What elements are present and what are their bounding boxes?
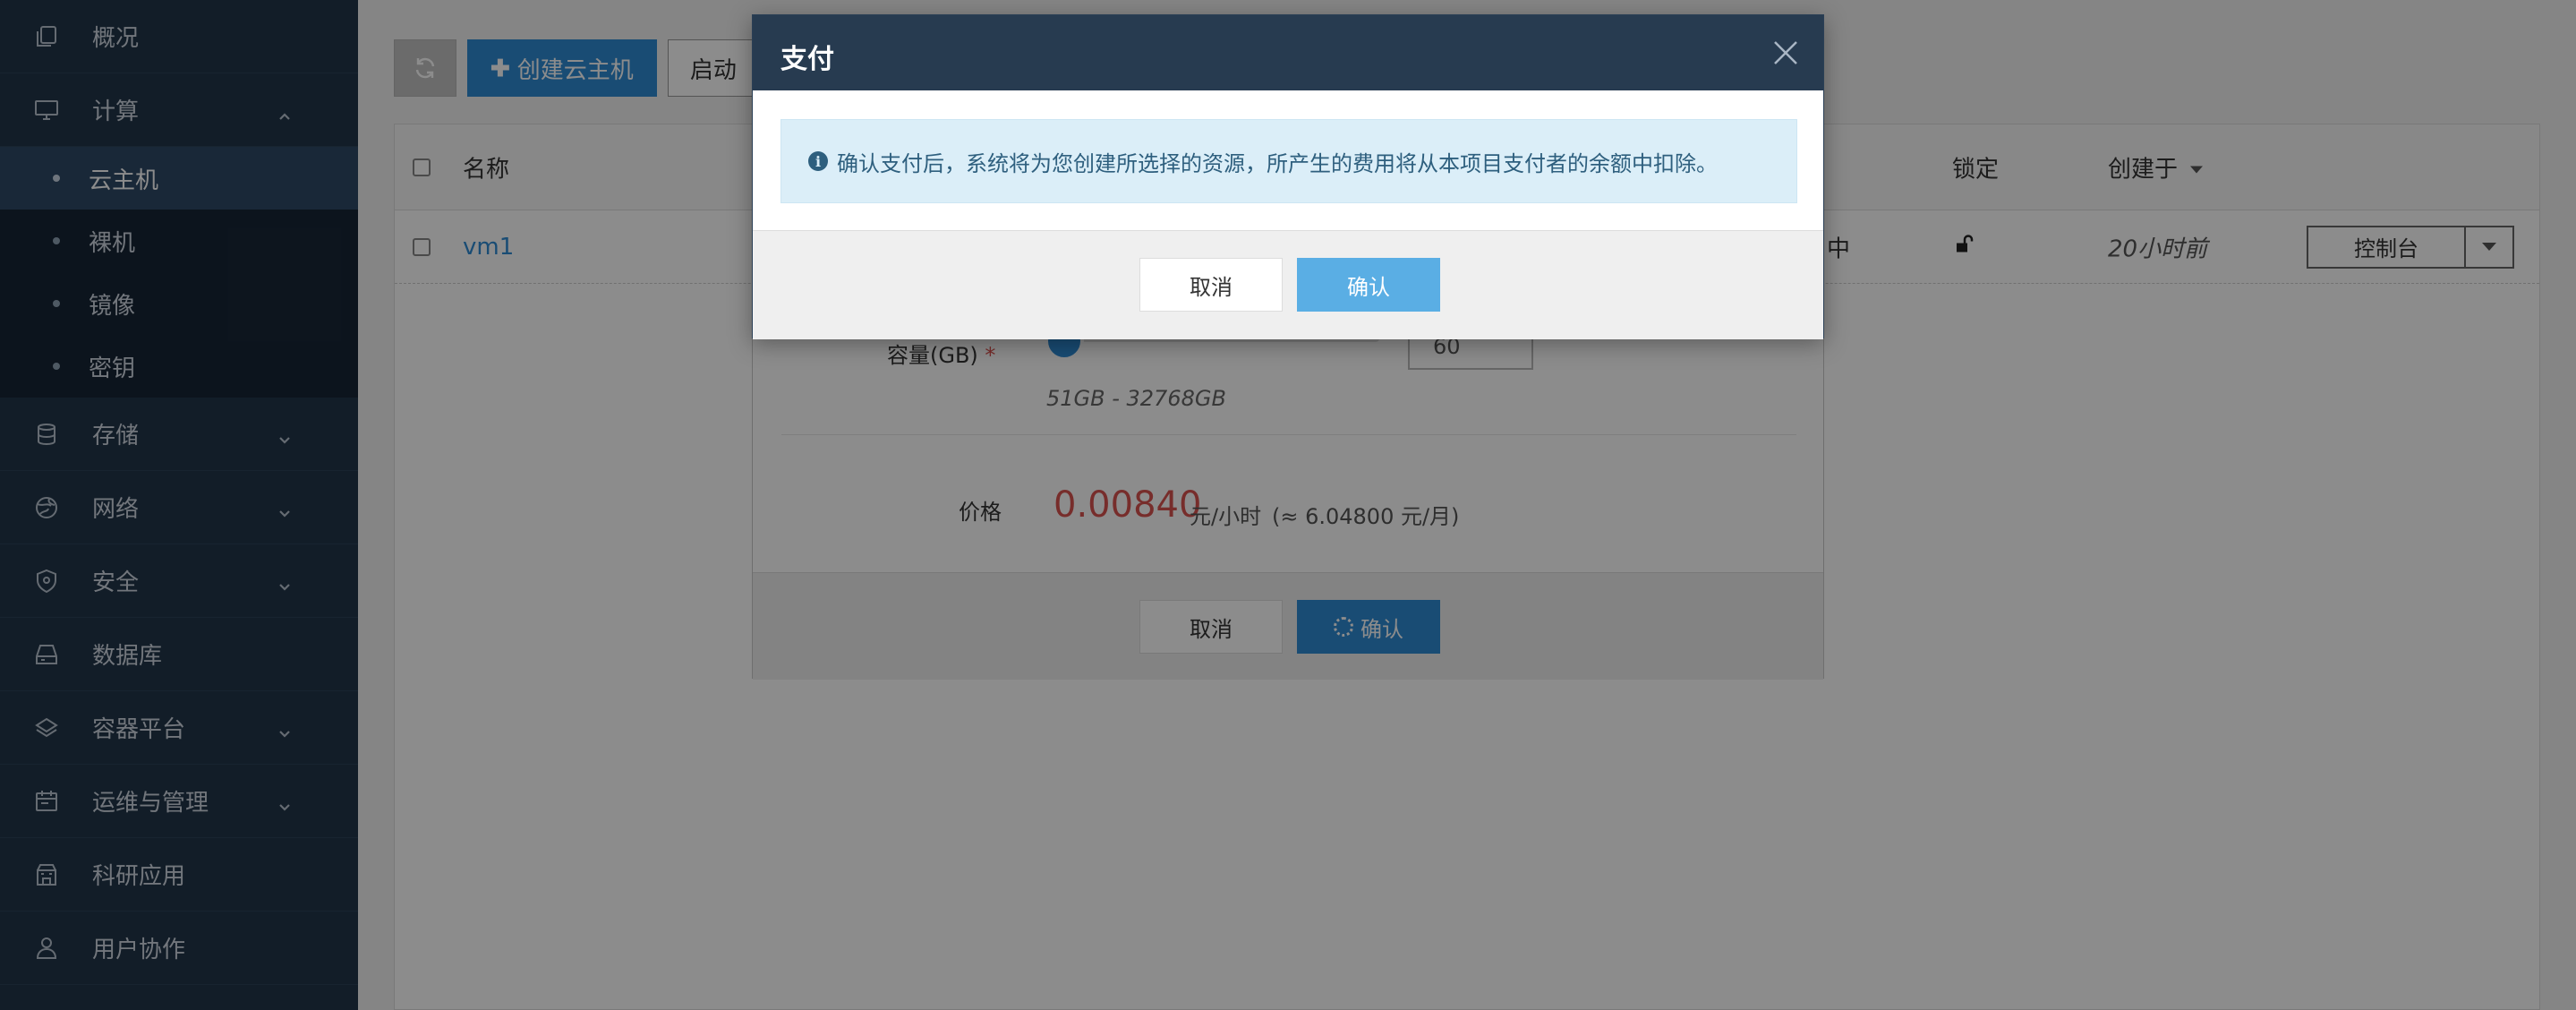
alert-message: 确认支付后，系统将为您创建所选择的资源，所产生的费用将从本项目支付者的余额中扣除…	[837, 150, 1718, 176]
close-button[interactable]	[1770, 37, 1802, 69]
payment-modal-footer: 取消 确认	[753, 230, 1823, 339]
close-icon	[1774, 41, 1797, 64]
payment-modal: 支付 i 确认支付后，系统将为您创建所选择的资源，所产生的费用将从本项目支付者的…	[752, 14, 1824, 339]
modal-title: 支付	[780, 44, 834, 75]
pay-confirm-button[interactable]: 确认	[1297, 258, 1440, 312]
pay-cancel-button[interactable]: 取消	[1139, 258, 1283, 312]
payment-modal-header: 支付	[753, 15, 1823, 90]
info-icon: i	[808, 151, 828, 171]
info-alert: i 确认支付后，系统将为您创建所选择的资源，所产生的费用将从本项目支付者的余额中…	[780, 119, 1797, 203]
